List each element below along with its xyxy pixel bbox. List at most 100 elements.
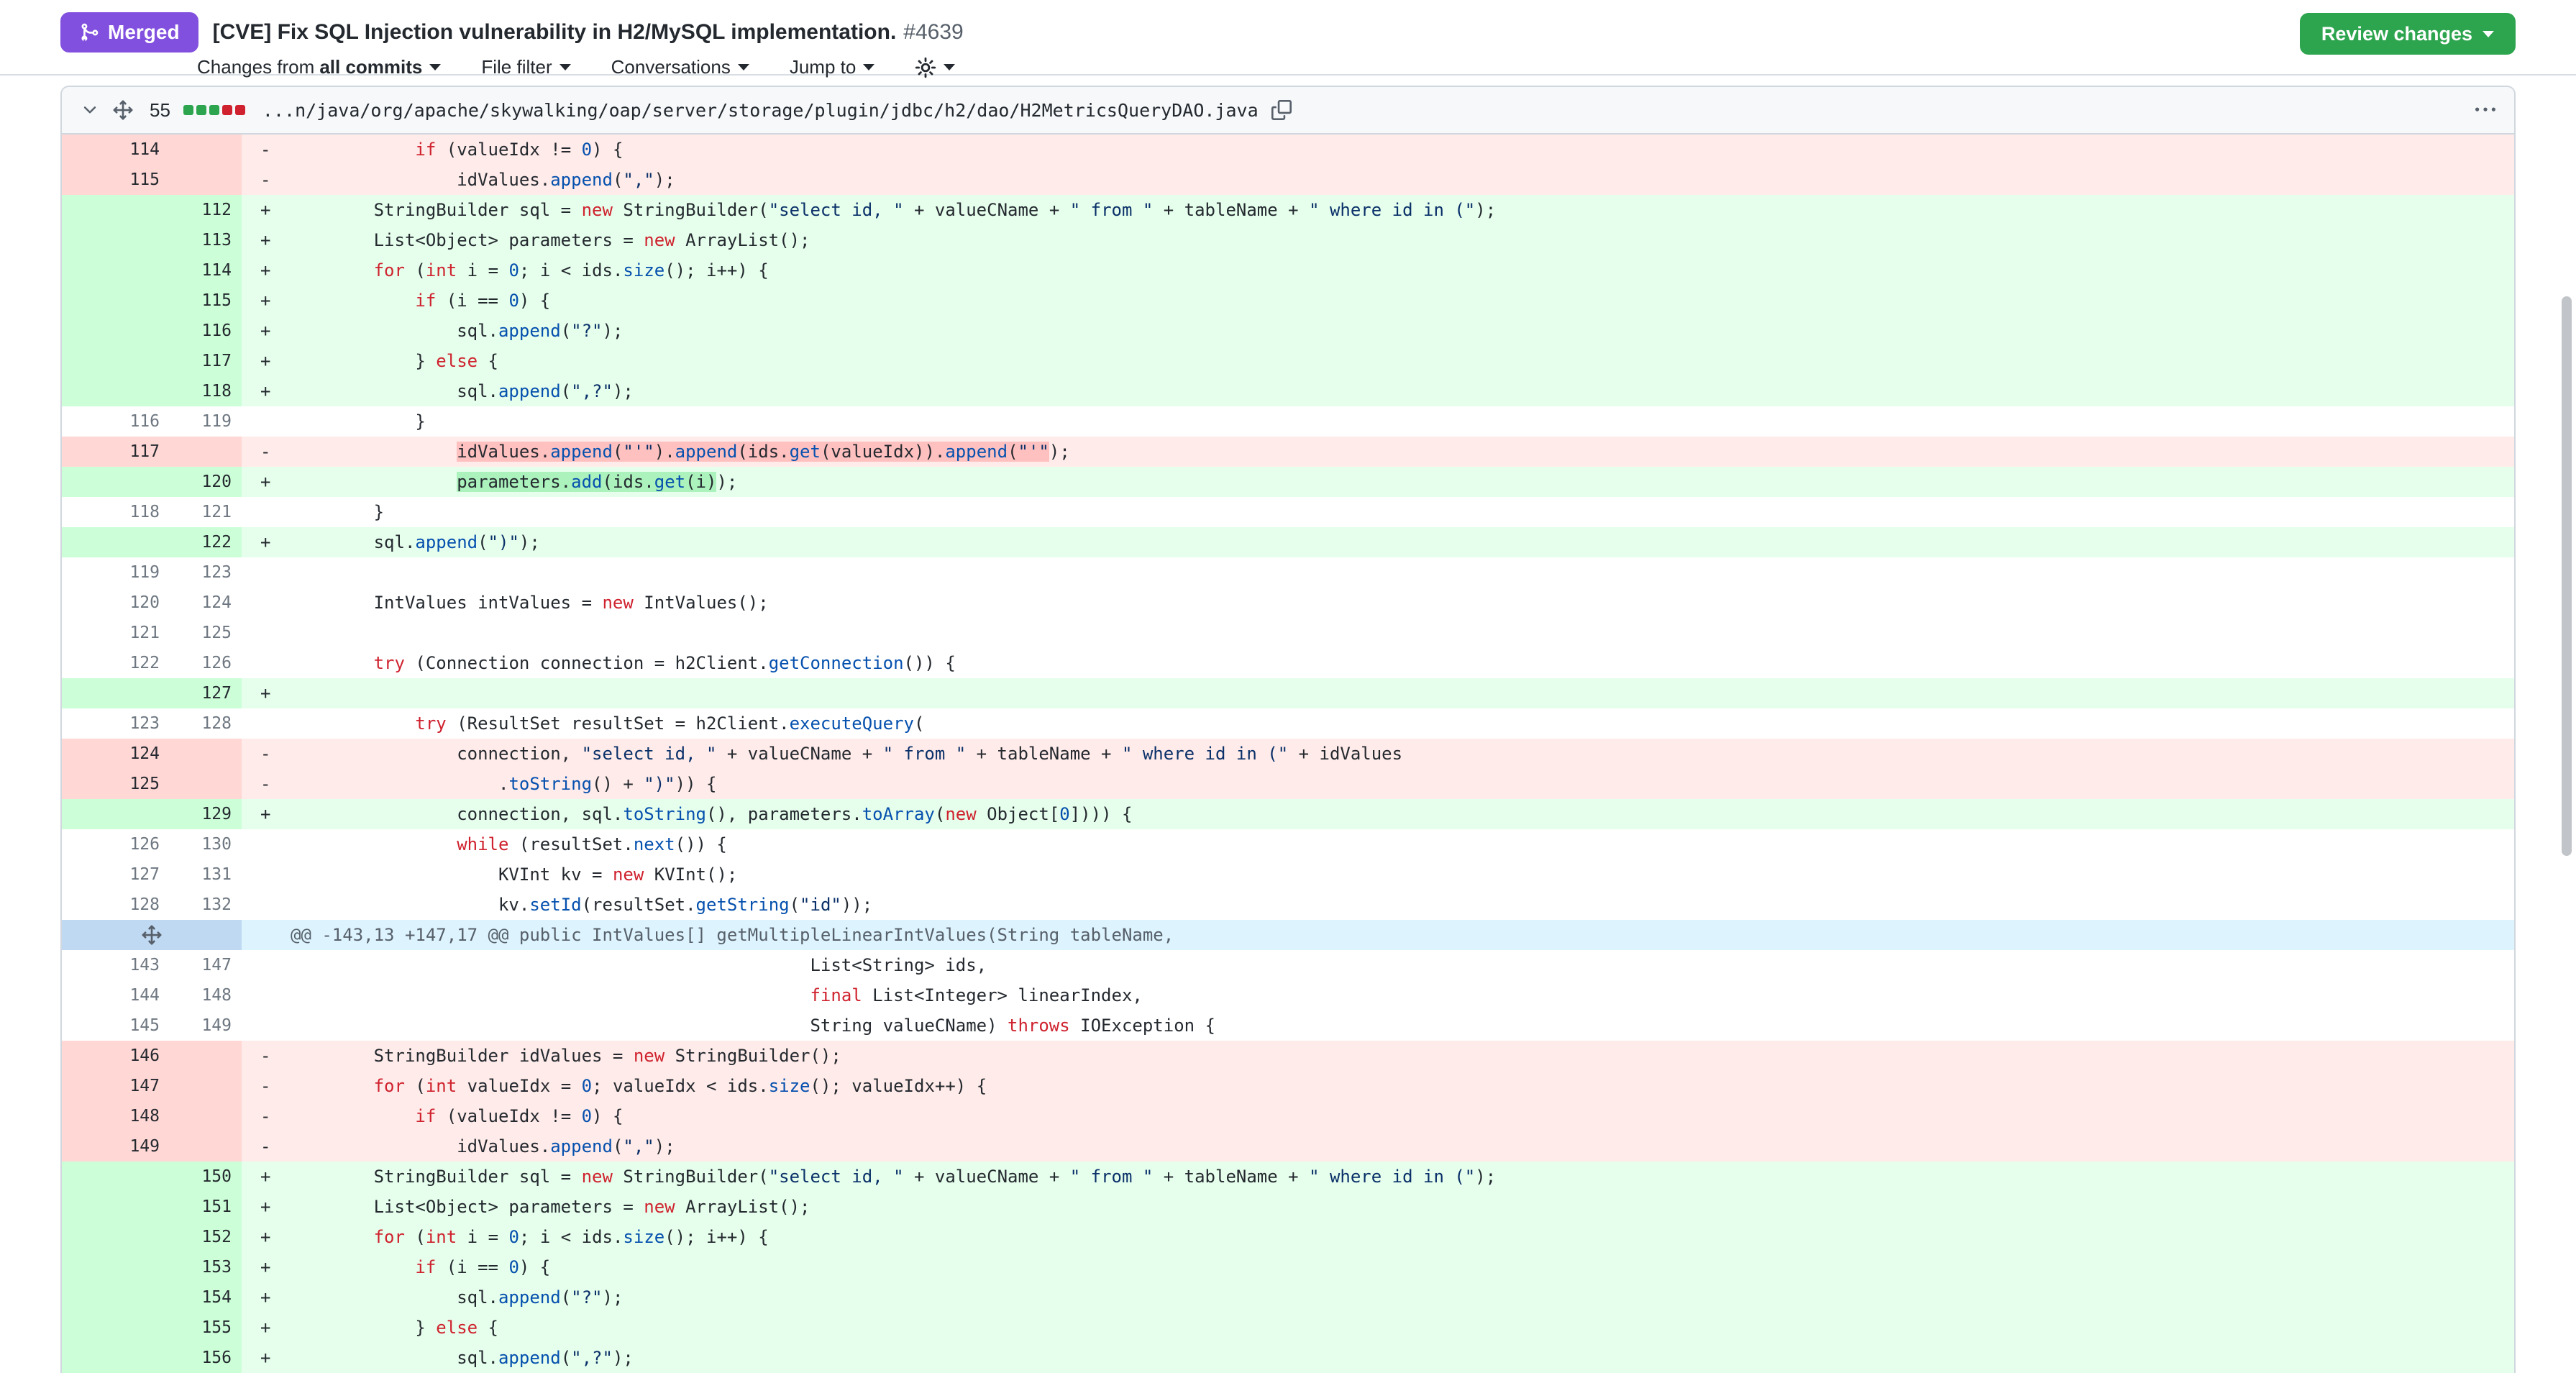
- diff-settings-dropdown[interactable]: [915, 57, 955, 78]
- code-token: );: [603, 321, 624, 341]
- code-line: - StringBuilder idValues = new StringBui…: [242, 1041, 2514, 1071]
- conversations-dropdown[interactable]: Conversations: [611, 56, 749, 78]
- diff-row: 156+ sql.append(",?");: [62, 1343, 2514, 1373]
- collapse-file-button[interactable]: [81, 101, 99, 119]
- code-line: - if (valueIdx != 0) {: [242, 1101, 2514, 1131]
- drag-handle-icon[interactable]: [112, 99, 134, 121]
- code-line: }: [242, 406, 2514, 437]
- diff-marker: -: [260, 769, 291, 799]
- diff-row: 150+ StringBuilder sql = new StringBuild…: [62, 1162, 2514, 1192]
- code-token: try: [374, 653, 405, 673]
- file-path-link[interactable]: ...n/java/org/apache/skywalking/oap/serv…: [262, 100, 1259, 121]
- code-token: try: [415, 713, 446, 734]
- new-line-number: [170, 769, 242, 799]
- code-token: (: [478, 532, 488, 552]
- diff-row: 116+ sql.append("?");: [62, 316, 2514, 346]
- code-token: else: [436, 351, 478, 371]
- chevron-down-icon: [2483, 31, 2494, 37]
- new-line-number: [170, 1071, 242, 1101]
- changes-from-dropdown[interactable]: Changes fromall commits: [197, 56, 441, 78]
- code-token: [291, 713, 415, 734]
- code-line: - idValues.append(",");: [242, 1131, 2514, 1162]
- code-token: get: [790, 442, 821, 462]
- code-token: IntValues();: [634, 593, 769, 613]
- code-token: );: [654, 170, 675, 190]
- code-line: + List<Object> parameters = new ArrayLis…: [242, 225, 2514, 255]
- changed-lines-count: 55: [150, 99, 170, 122]
- diff-row: 148- if (valueIdx != 0) {: [62, 1101, 2514, 1131]
- code-token: " from ": [883, 744, 967, 764]
- code-line: }: [242, 497, 2514, 527]
- code-token: idValues.: [291, 1136, 550, 1156]
- code-token: ",?": [571, 1348, 613, 1368]
- code-token: [291, 1106, 415, 1126]
- diff-marker: +: [260, 1162, 291, 1192]
- code-token: ) {: [592, 140, 623, 160]
- code-token: StringBuilder sql =: [291, 1167, 582, 1187]
- code-token: IOException {: [1070, 1016, 1215, 1036]
- pr-number: #4639: [903, 20, 963, 44]
- new-line-number: 154: [170, 1282, 242, 1313]
- code-line: [242, 557, 2514, 588]
- code-token: int: [426, 1227, 457, 1247]
- code-token: (valueIdx !=: [436, 1106, 581, 1126]
- diff-row: 118121 }: [62, 497, 2514, 527]
- copy-path-button[interactable]: [1271, 100, 1292, 120]
- code-token: sql.: [291, 381, 498, 401]
- code-token: ));: [841, 895, 872, 915]
- code-line: - .toString() + ")")) {: [242, 769, 2514, 799]
- old-line-number: [62, 225, 170, 255]
- code-token: ()) {: [675, 834, 727, 854]
- code-token: (: [1008, 442, 1018, 462]
- old-line-number: 147: [62, 1071, 170, 1101]
- code-token: "select id, ": [769, 1167, 904, 1187]
- code-token: [291, 985, 810, 1005]
- file-filter-dropdown[interactable]: File filter: [481, 56, 570, 78]
- diff-row: 112+ StringBuilder sql = new StringBuild…: [62, 195, 2514, 225]
- code-token: (ResultSet resultSet = h2Client.: [447, 713, 790, 734]
- diff-row: 124- connection, "select id, " + valueCN…: [62, 739, 2514, 769]
- code-token: KVInt();: [644, 864, 737, 885]
- code-token: }: [291, 411, 426, 432]
- jump-to-label: Jump to: [790, 56, 857, 78]
- new-line-number: 119: [170, 406, 242, 437]
- code-token: 0: [582, 1076, 592, 1096]
- old-line-number: [62, 1162, 170, 1192]
- code-token: [291, 291, 415, 311]
- code-token: ")": [644, 774, 675, 794]
- review-changes-button[interactable]: Review changes: [2300, 13, 2516, 55]
- code-token: append: [498, 1348, 561, 1368]
- new-line-number: 122: [170, 527, 242, 557]
- file-options-kebab-button[interactable]: [2475, 100, 2495, 120]
- diff-row: 153+ if (i == 0) {: [62, 1252, 2514, 1282]
- code-line: IntValues intValues = new IntValues();: [242, 588, 2514, 618]
- diff-row: 127+: [62, 678, 2514, 708]
- code-line: + if (i == 0) {: [242, 286, 2514, 316]
- new-line-number: 132: [170, 890, 242, 920]
- diff-row: 129+ connection, sql.toString(), paramet…: [62, 799, 2514, 829]
- diff-marker: -: [260, 1131, 291, 1162]
- code-token: append: [550, 170, 613, 190]
- code-token: "?": [571, 321, 602, 341]
- code-line: kv.setId(resultSet.getString("id"));: [242, 890, 2514, 920]
- code-token: );: [716, 472, 737, 492]
- code-token: (ids.: [603, 472, 654, 492]
- code-token: (); valueIdx++) {: [810, 1076, 987, 1096]
- code-token: (: [790, 895, 800, 915]
- code-token: IntValues intValues =: [291, 593, 602, 613]
- code-line: - idValues.append("'").append(ids.get(va…: [242, 437, 2514, 467]
- code-line: + sql.append(")");: [242, 527, 2514, 557]
- hunk-drag-handle-icon[interactable]: [62, 920, 242, 950]
- code-token: toString: [508, 774, 592, 794]
- code-token: List<Object> parameters =: [291, 1197, 644, 1217]
- jump-to-dropdown[interactable]: Jump to: [790, 56, 875, 78]
- code-token: append: [498, 321, 561, 341]
- code-line: + for (int i = 0; i < ids.size(); i++) {: [242, 1222, 2514, 1252]
- code-token: (valueIdx)).: [821, 442, 945, 462]
- code-token: i =: [457, 260, 508, 280]
- diff-marker: +: [260, 678, 291, 708]
- scrollbar-thumb[interactable]: [2562, 296, 2572, 856]
- diff-row: 118+ sql.append(",?");: [62, 376, 2514, 406]
- diff-marker: +: [260, 799, 291, 829]
- new-line-number: 148: [170, 980, 242, 1010]
